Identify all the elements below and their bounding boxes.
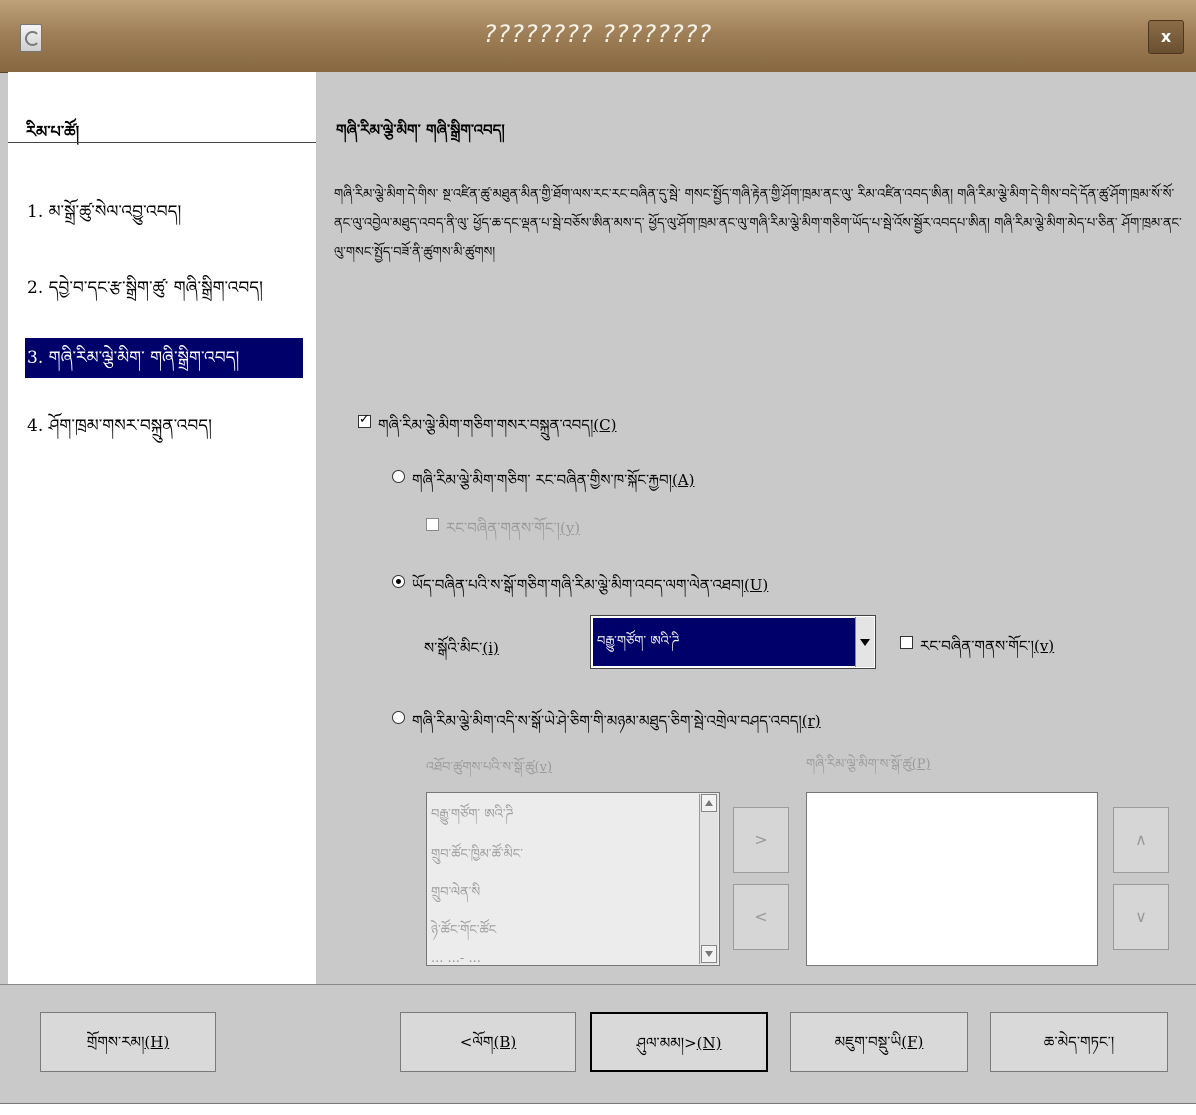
- steps-heading: རིམ་པ་ཚོ།: [26, 122, 80, 141]
- add-field-button[interactable]: >: [733, 807, 789, 873]
- back-button[interactable]: <ལོག(B): [400, 1012, 576, 1072]
- auto-value-label: རང་བཞིན་གནས་གོང་།(y): [446, 519, 581, 537]
- combined-fields-radio[interactable]: [392, 711, 405, 724]
- fieldname-label: ས་སྒོའི་མིང་(i): [424, 639, 499, 657]
- fieldname-select[interactable]: བརྒྱུ་གཙོག་ ཨའི་ཌི: [590, 615, 876, 669]
- step-item-3[interactable]: 3. གཞི་རིམ་ལྕེ་མིག་ གཞི་སྒྲིག་འབད།: [25, 338, 303, 378]
- divider: [8, 142, 316, 143]
- existing-auto-checkbox[interactable]: [900, 636, 913, 649]
- available-fields-list[interactable]: བརྒྱུ་གཙོག་ ཨའི་ཌི གྲུབ་ཚོང་ཁྱིམ་ཚོ་མིང་…: [426, 792, 720, 966]
- list-item[interactable]: བརྒྱུ་གཙོག་ ཨའི་ཌི: [431, 799, 513, 836]
- main-panel: གཞི་རིམ་ལྕེ་མིག་ གཞི་སྒྲིག་འབད། གཞི་རིམ་…: [316, 72, 1196, 984]
- auto-value-checkbox[interactable]: [426, 518, 439, 531]
- step-item-1[interactable]: 1. མ་སྒྲོ་ཚུ་སེལ་འབྱུ་འབད།: [25, 192, 303, 232]
- page-description: གཞི་རིམ་ལྕེ་མིག་དེ་གིས་ སྔ་འཛིན་ཚུ་མཐུན་…: [334, 187, 1182, 260]
- help-button[interactable]: གྲོགས་རམ།(H): [40, 1012, 216, 1072]
- auto-pk-radio[interactable]: [392, 470, 405, 483]
- list-item[interactable]: གྲུབ་ཚོང་ཁྱིམ་ཚོ་མིང་: [431, 839, 523, 876]
- step-item-4[interactable]: 4. ཤོག་ཁྲམ་གསར་བསྐྲུན་འབད།: [25, 406, 303, 446]
- move-down-button[interactable]: ∨: [1113, 884, 1169, 950]
- list-item[interactable]: ཉེ་ཚོང་གོང་ཚོང: [431, 915, 496, 952]
- list-item[interactable]: གྲུབ་ལེན་སི: [431, 877, 480, 914]
- remove-field-button[interactable]: <: [733, 884, 789, 950]
- existing-field-label[interactable]: ཡོད་བཞིན་པའི་ས་སྒོ་གཅིག་གཞི་རིམ་ལྕེ་མིག་…: [412, 569, 768, 611]
- next-button[interactable]: ཤུལ་མམ།>(N): [590, 1012, 768, 1072]
- title-bar: ???????? ???????? x: [0, 0, 1196, 73]
- window-frame: [0, 1103, 1196, 1115]
- page-title: གཞི་རིམ་ལྕེ་མིག་ གཞི་སྒྲིག་འབད།: [336, 121, 505, 139]
- window-title: ???????? ????????: [483, 20, 713, 48]
- combined-fields-label[interactable]: གཞི་རིམ་ལྕེ་མིག་འདི་ས་སྒོ་ཡེ་ཤེ་ཅིག་གི་མ…: [412, 705, 821, 747]
- auto-pk-label[interactable]: གཞི་རིམ་ལྕེ་མིག་གཅིག་ རང་བཞིན་གྱིས་ཁ་སྐོ…: [412, 464, 694, 506]
- available-fields-label: འཐོབ་ཚུགས་པའི་ས་སྒོ་ཚུ(v): [426, 760, 553, 775]
- steps-sidebar: རིམ་པ་ཚོ། 1. མ་སྒྲོ་ཚུ་སེལ་འབྱུ་འབད། 2. …: [8, 72, 317, 984]
- scrollbar[interactable]: [699, 794, 718, 964]
- pk-fields-list[interactable]: [806, 792, 1098, 966]
- create-pk-label[interactable]: གཞི་རིམ་ལྕེ་མིག་གཅིག་གསར་བསྐྲུན་འབད།(C): [378, 409, 616, 451]
- existing-auto-label[interactable]: རང་བཞིན་གནས་གོང་།(v): [920, 630, 1054, 672]
- cancel-button[interactable]: ཆ་མེད་གཏང་།: [990, 1012, 1168, 1072]
- create-pk-checkbox[interactable]: [358, 412, 371, 428]
- close-button[interactable]: x: [1148, 20, 1184, 54]
- scroll-down-icon[interactable]: [701, 945, 717, 963]
- existing-field-radio[interactable]: [392, 575, 405, 588]
- chevron-down-icon[interactable]: [855, 617, 874, 667]
- move-up-button[interactable]: ∧: [1113, 807, 1169, 873]
- fieldname-select-value: བརྒྱུ་གཙོག་ ཨའི་ཌི: [593, 618, 855, 666]
- step-item-2[interactable]: 2. དབྱེ་བ་དང་རྩ་སྒྲིག་ཚུ་ གཞི་སྒྲིག་འབད།: [25, 268, 303, 308]
- scroll-up-icon[interactable]: [701, 794, 717, 812]
- button-bar: གྲོགས་རམ།(H) <ལོག(B) ཤུལ་མམ།>(N) མཇུག་བས…: [8, 985, 1188, 1103]
- finish-button[interactable]: མཇུག་བསྡུ་ཡི(F): [790, 1012, 968, 1072]
- pk-fields-label: གཞི་རིམ་ལྕེ་མིག་ས་སྒོ་ཚུ(P): [806, 757, 931, 772]
- list-item[interactable]: ... ...- ...: [431, 951, 481, 965]
